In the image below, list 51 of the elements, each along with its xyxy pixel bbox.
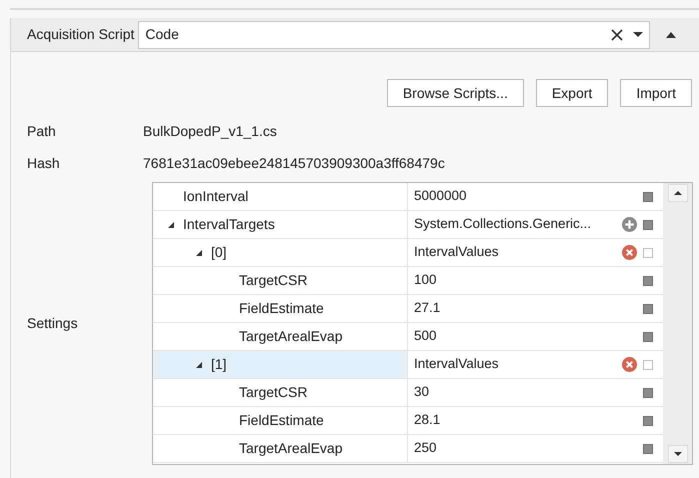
action-button[interactable]: Browse Scripts... [386, 79, 524, 107]
filled-square-icon[interactable] [643, 416, 653, 426]
property-value[interactable]: 100 [414, 270, 637, 291]
filled-square-icon[interactable] [643, 304, 653, 314]
property-value[interactable]: IntervalValues [414, 242, 616, 263]
property-value[interactable]: IntervalValues [414, 354, 616, 375]
property-name: IonInterval [183, 187, 248, 206]
scroll-up-icon[interactable] [668, 184, 688, 202]
property-value[interactable]: System.Collections.Generic... [414, 214, 616, 235]
filled-square-icon[interactable] [643, 276, 653, 286]
collapse-caret-icon[interactable] [167, 220, 175, 228]
remove-icon[interactable] [622, 245, 637, 260]
add-icon[interactable] [622, 217, 637, 232]
action-button[interactable]: Export [536, 79, 608, 107]
field-label: Hash [26, 154, 61, 172]
field-value: BulkDopedP_v1_1.cs [143, 122, 277, 141]
property-value[interactable]: 500 [414, 326, 637, 347]
action-button[interactable]: Import [620, 79, 692, 107]
property-value[interactable]: 28.1 [414, 410, 637, 431]
field-value: 7681e31ac09ebee248145703909300a3ff68479c [143, 154, 445, 172]
property-name: FieldEstimate [239, 299, 324, 318]
property-name-cell[interactable]: [1] [153, 351, 408, 378]
property-name: [1] [211, 355, 227, 374]
collapse-caret-icon[interactable] [195, 248, 203, 256]
field-label: Settings [27, 314, 78, 333]
filled-square-icon[interactable] [643, 192, 653, 202]
property-name: [0] [211, 243, 227, 262]
property-value[interactable]: 250 [414, 438, 637, 459]
script-combobox[interactable]: Code [138, 20, 650, 48]
property-name: TargetArealEvap [239, 327, 343, 346]
filled-square-icon[interactable] [643, 388, 653, 398]
property-value[interactable]: 5000000 [414, 186, 637, 207]
section-label: Acquisition Script [27, 25, 134, 44]
property-value[interactable]: 27.1 [414, 298, 637, 319]
property-name: TargetCSR [239, 271, 308, 290]
property-name: FieldEstimate [239, 411, 324, 430]
property-name: TargetArealEvap [239, 439, 343, 458]
collapse-caret-icon[interactable] [195, 360, 203, 368]
property-value[interactable]: 30 [414, 382, 637, 403]
filled-square-icon[interactable] [643, 332, 653, 342]
scrollbar[interactable] [663, 183, 692, 464]
field-label: Path [26, 122, 57, 140]
filled-square-icon[interactable] [643, 220, 653, 230]
remove-icon[interactable] [622, 357, 637, 372]
property-name: IntervalTargets [183, 215, 275, 234]
collapse-icon[interactable] [666, 32, 676, 38]
property-name: TargetCSR [239, 383, 308, 402]
scroll-down-icon[interactable] [668, 445, 688, 463]
dropdown-caret-icon[interactable] [633, 32, 644, 38]
clear-icon[interactable] [611, 28, 624, 40]
filled-square-icon[interactable] [643, 444, 653, 454]
